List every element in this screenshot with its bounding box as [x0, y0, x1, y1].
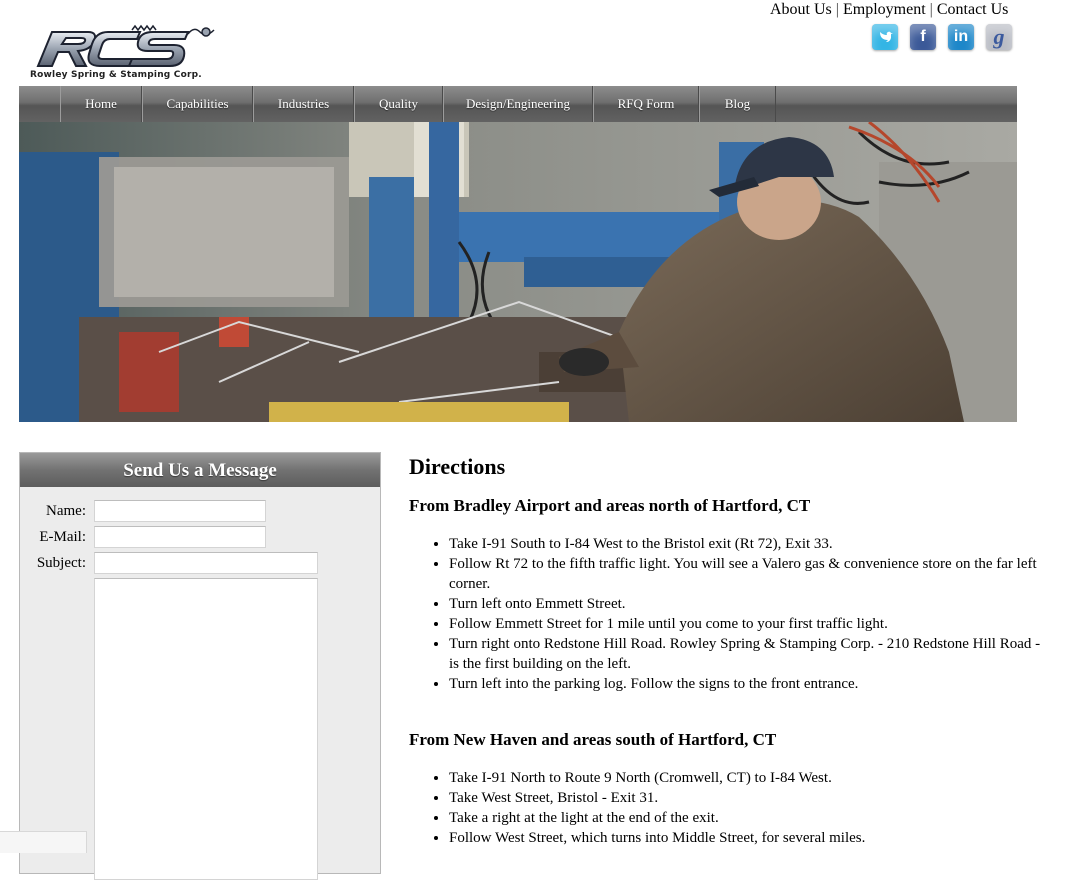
nav-quality[interactable]: Quality	[354, 86, 443, 122]
list-item: Turn left into the parking log. Follow t…	[449, 674, 1049, 694]
company-name: Rowley Spring & Stamping Corp.	[30, 70, 202, 80]
list-item: Follow Emmett Street for 1 mile until yo…	[449, 614, 1049, 634]
email-label: E-Mail:	[39, 529, 86, 545]
contact-form: Send Us a Message Name: E-Mail: Subject:	[19, 452, 381, 880]
employment-link[interactable]: Employment	[843, 1, 926, 18]
section-heading: From New Haven and areas south of Hartfo…	[409, 730, 777, 749]
corner-tab[interactable]	[0, 831, 87, 853]
list-item: Follow Rt 72 to the fifth traffic light.…	[449, 554, 1049, 594]
list-item: Take West Street, Bristol - Exit 31.	[449, 788, 1049, 808]
list-item: Take I-91 South to I-84 West to the Bris…	[449, 534, 1049, 554]
name-input[interactable]	[94, 500, 266, 522]
list-item: Turn left onto Emmett Street.	[449, 594, 1049, 614]
subject-label: Subject:	[36, 555, 86, 571]
nav-blog[interactable]: Blog	[699, 86, 776, 122]
contact-us-link[interactable]: Contact Us	[937, 1, 1009, 18]
link-separator: |	[929, 1, 933, 18]
list-item: Follow West Street, which turns into Mid…	[449, 828, 1049, 848]
list-item: Turn right onto Redstone Hill Road. Rowl…	[449, 634, 1049, 674]
top-links: About Us | Employment | Contact Us	[770, 1, 1008, 19]
hero-image	[19, 122, 1017, 422]
about-us-link[interactable]: About Us	[770, 1, 832, 18]
name-label: Name:	[46, 503, 86, 519]
directions-north: From Bradley Airport and areas north of …	[409, 496, 1049, 694]
contact-form-title: Send Us a Message	[20, 453, 380, 487]
nav-rfq-form[interactable]: RFQ Form	[593, 86, 699, 122]
directions-south: From New Haven and areas south of Hartfo…	[409, 730, 1049, 848]
nav-design-engineering[interactable]: Design/Engineering	[443, 86, 593, 122]
google-icon[interactable]: g	[986, 24, 1012, 50]
email-input[interactable]	[94, 526, 266, 548]
linkedin-icon[interactable]: in	[948, 24, 974, 50]
social-links: f in g	[872, 24, 1012, 50]
message-textarea[interactable]	[94, 578, 318, 880]
section-heading: From Bradley Airport and areas north of …	[409, 496, 811, 515]
nav-capabilities[interactable]: Capabilities	[142, 86, 253, 122]
nav-home[interactable]: Home	[60, 86, 142, 122]
list-item: Take I-91 North to Route 9 North (Cromwe…	[449, 768, 1049, 788]
subject-input[interactable]	[94, 552, 318, 574]
main-nav: Home Capabilities Industries Quality Des…	[19, 86, 1017, 122]
nav-industries[interactable]: Industries	[253, 86, 354, 122]
directions-section: Directions From Bradley Airport and area…	[409, 452, 1049, 848]
twitter-icon[interactable]	[872, 24, 898, 50]
page-title: Directions	[409, 454, 506, 479]
list-item: Take a right at the light at the end of …	[449, 808, 1049, 828]
facebook-icon[interactable]: f	[910, 24, 936, 50]
link-separator: |	[835, 1, 839, 18]
